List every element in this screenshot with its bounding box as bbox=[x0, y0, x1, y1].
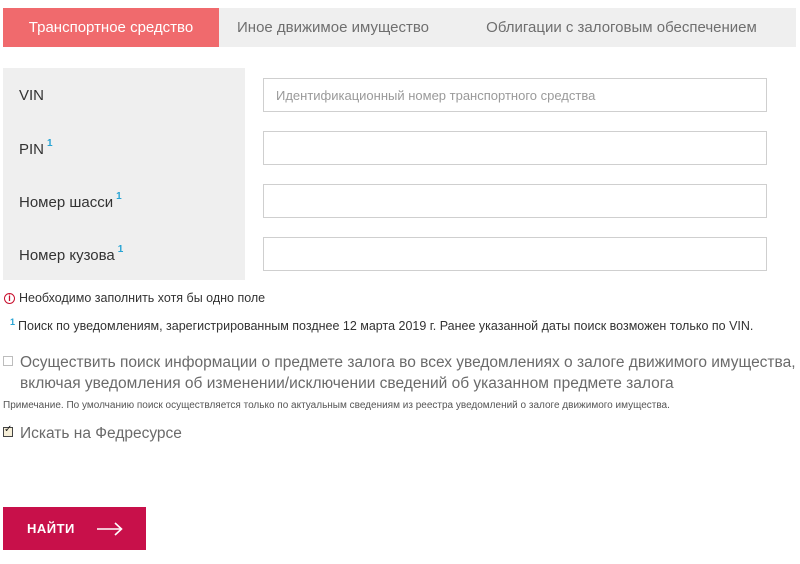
footnote: 1 Поиск по уведомлениям, зарегистрированн… bbox=[10, 317, 753, 333]
all-notices-checkbox[interactable] bbox=[3, 356, 13, 366]
all-notices-label[interactable]: Осуществить поиск информации о предмете … bbox=[20, 352, 796, 394]
chassis-label-text: Номер шасси bbox=[19, 194, 114, 211]
body-label-text: Номер кузова bbox=[19, 247, 115, 264]
pin-footnote-mark: 1 bbox=[47, 138, 53, 149]
chassis-footnote-mark: 1 bbox=[116, 191, 122, 202]
body-label: Номер кузова 1 bbox=[19, 244, 124, 264]
info-icon: i bbox=[4, 292, 15, 304]
tab-vehicle[interactable]: Транспортное средство bbox=[3, 8, 219, 47]
vin-input[interactable] bbox=[263, 78, 767, 112]
vin-label-text: VIN bbox=[19, 87, 45, 104]
all-notices-label-line1: Осуществить поиск информации о предмете … bbox=[20, 354, 796, 371]
fedresurs-option[interactable]: Искать на Федресурсе bbox=[3, 423, 182, 444]
validation-warning: i Необходимо заполнить хотя бы одно поле bbox=[4, 291, 265, 305]
fedresurs-label[interactable]: Искать на Федресурсе bbox=[20, 423, 182, 444]
footnote-mark: 1 bbox=[10, 317, 16, 327]
body-number-input[interactable] bbox=[263, 237, 767, 271]
all-notices-label-line2: включая уведомления об изменении/исключе… bbox=[20, 375, 674, 392]
pin-label-text: PIN bbox=[19, 141, 45, 158]
body-footnote-mark: 1 bbox=[117, 244, 124, 255]
tab-bar: Транспортное средство Иное движимое имущ… bbox=[3, 8, 796, 47]
pin-label: PIN 1 bbox=[19, 138, 53, 158]
pin-input[interactable] bbox=[263, 131, 767, 165]
all-notices-option[interactable]: Осуществить поиск информации о предмете … bbox=[3, 352, 796, 394]
vin-label: VIN bbox=[19, 87, 44, 104]
tab-other-movable-property[interactable]: Иное движимое имущество bbox=[219, 8, 447, 47]
form-labels-panel: VIN PIN 1 Номер шасси 1 Номер кузова 1 bbox=[3, 68, 245, 280]
search-note: Примечание. По умолчанию поиск осуществл… bbox=[3, 400, 670, 411]
footnote-text: Поиск по уведомлениям, зарегистрированны… bbox=[18, 319, 754, 334]
fedresurs-checkbox[interactable] bbox=[3, 424, 13, 437]
chassis-number-input[interactable] bbox=[263, 184, 767, 218]
arrow-right-icon bbox=[96, 521, 123, 536]
validation-warning-text: Необходимо заполнить хотя бы одно поле bbox=[19, 291, 266, 305]
tab-secured-bonds[interactable]: Облигации с залоговым обеспечением bbox=[447, 8, 796, 47]
search-button[interactable]: НАЙТИ bbox=[3, 507, 146, 550]
search-button-label: НАЙТИ bbox=[27, 521, 75, 536]
chassis-label: Номер шасси 1 bbox=[19, 191, 122, 211]
